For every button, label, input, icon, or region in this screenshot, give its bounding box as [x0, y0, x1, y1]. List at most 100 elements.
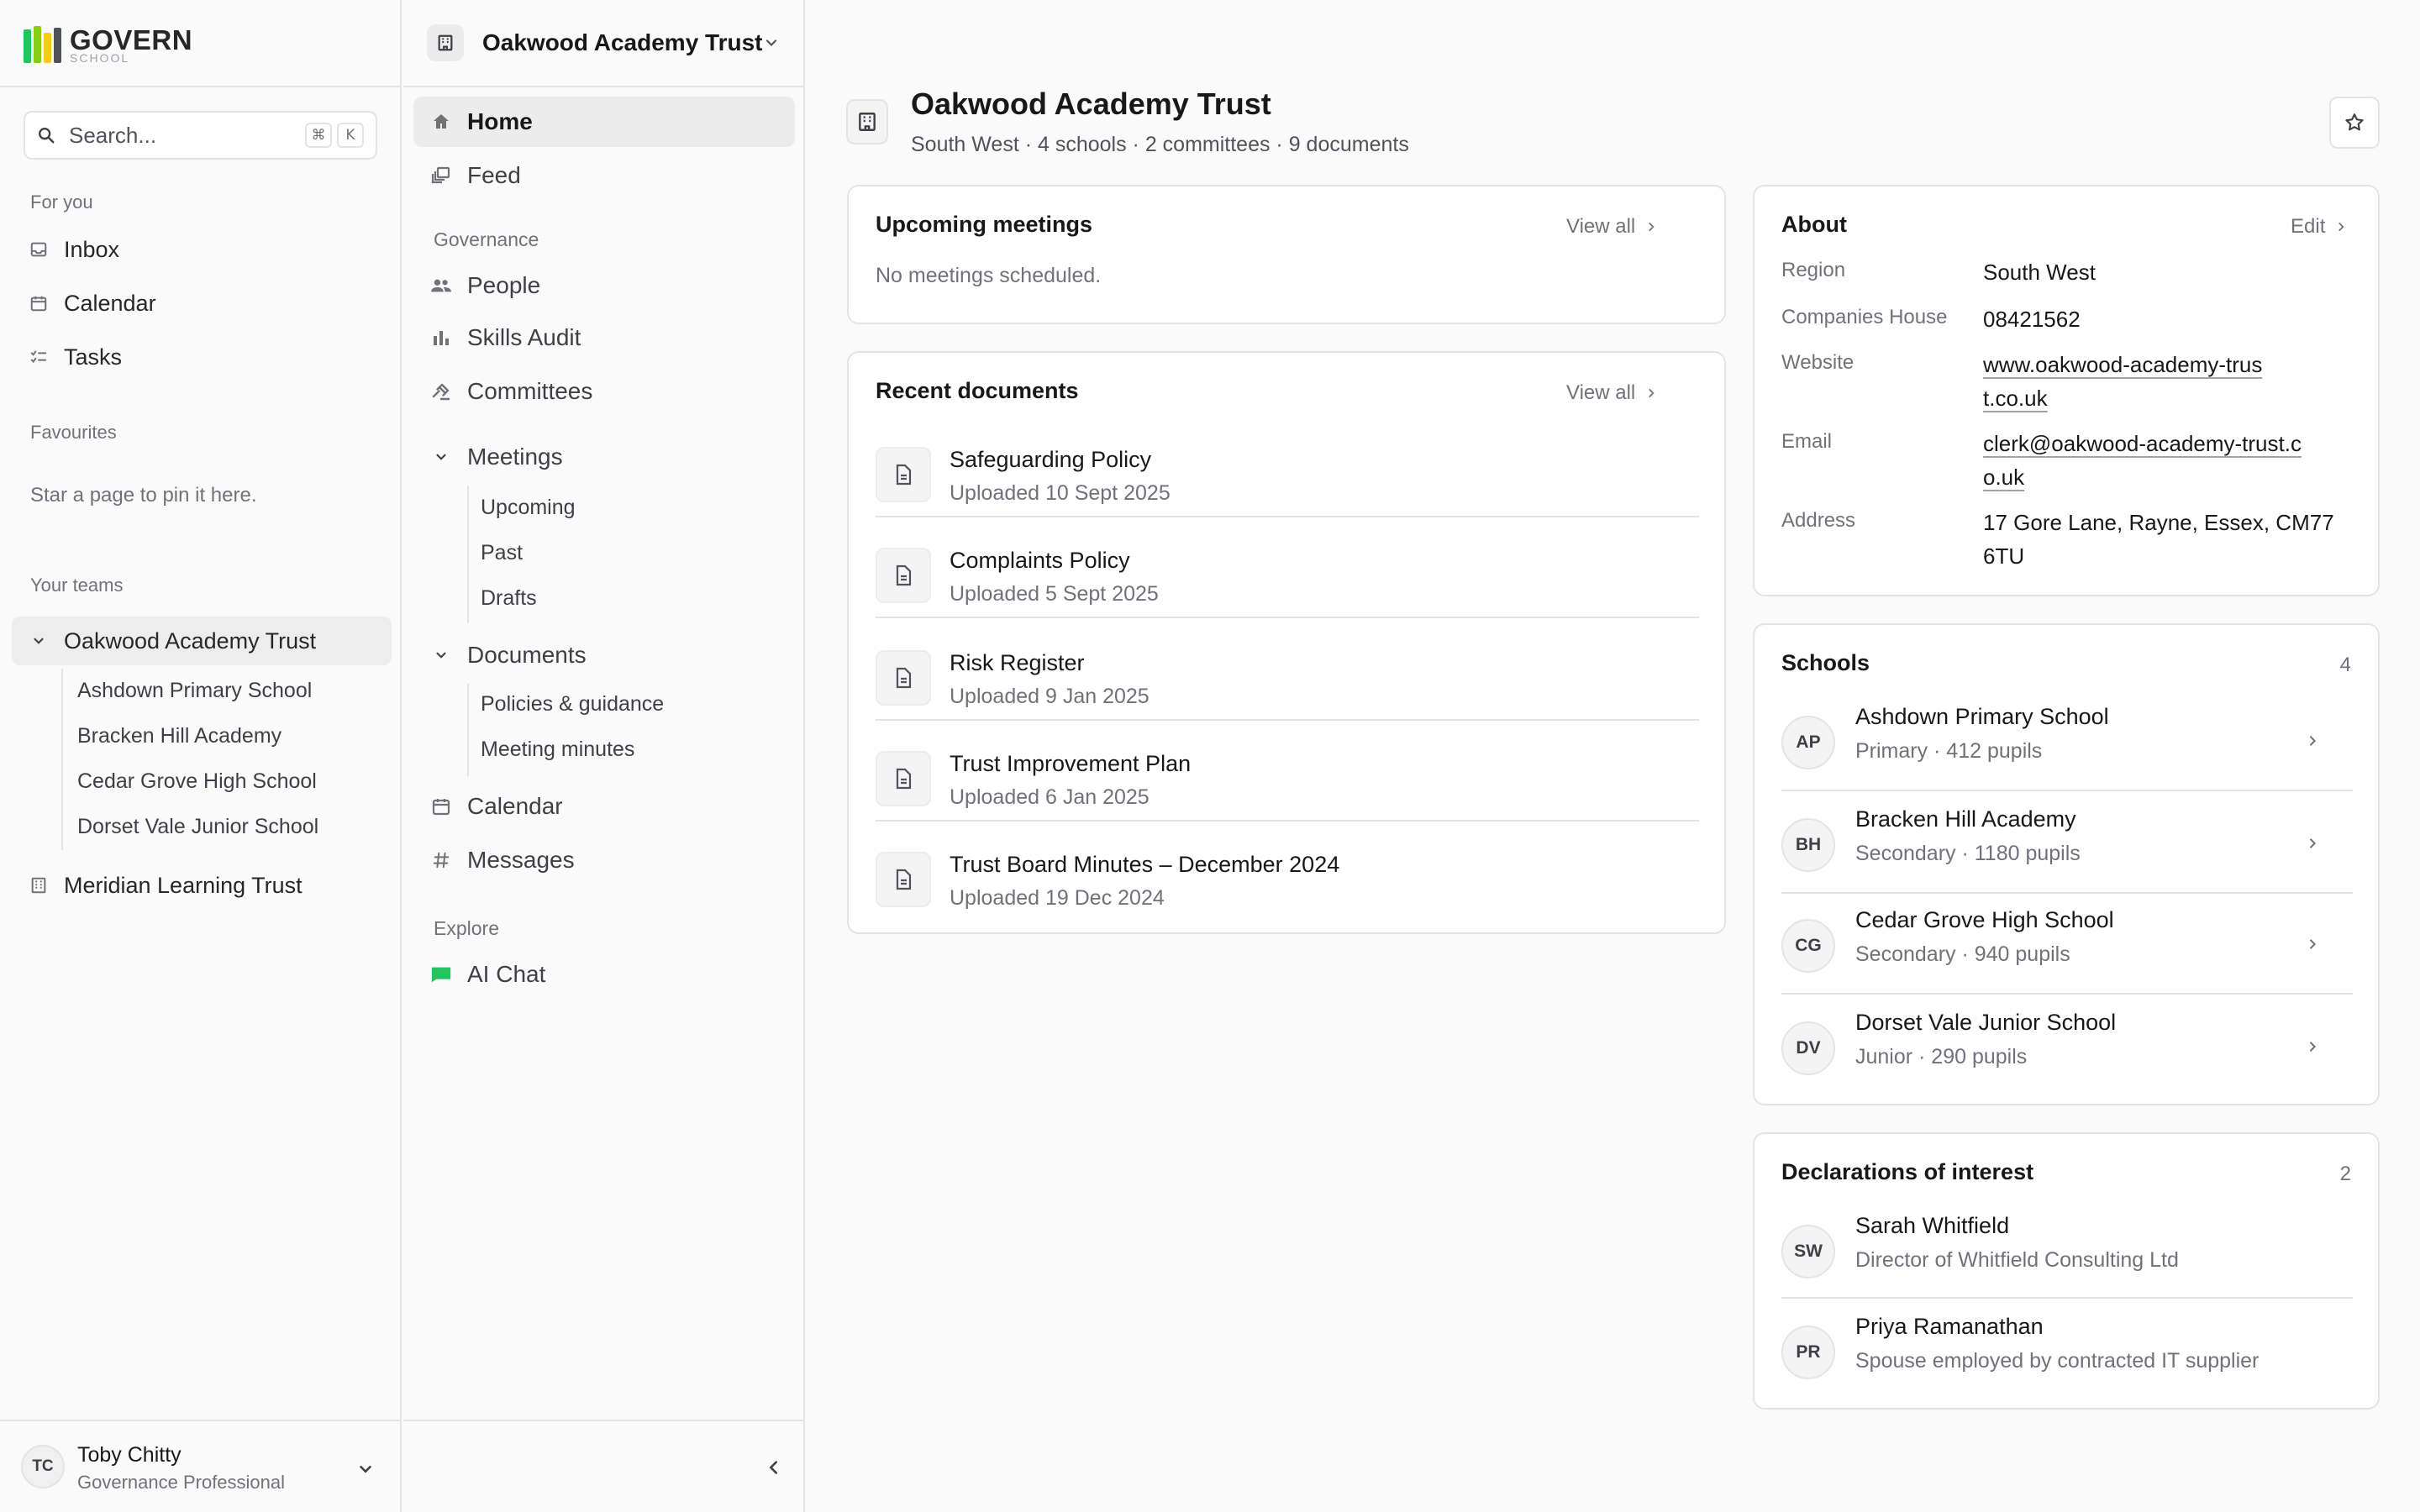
- nav-feed[interactable]: Feed: [413, 150, 795, 201]
- nav-ai-chat[interactable]: AI Chat: [413, 949, 795, 1000]
- card-title: Upcoming meetings: [876, 212, 1093, 237]
- schools-card: Schools 4 AP Ashdown Primary School Prim…: [1753, 623, 2380, 1105]
- teams-heading: Your teams: [30, 575, 124, 596]
- nav-documents-policies[interactable]: Policies & guidance: [481, 692, 664, 717]
- person-name: Sarah Whitfield: [1855, 1213, 2010, 1238]
- declaration-row[interactable]: SW Sarah Whitfield Director of Whitfield…: [1781, 1198, 2353, 1299]
- building-icon: [29, 875, 49, 895]
- divider: [403, 86, 805, 87]
- home-icon: [430, 111, 452, 133]
- document-row[interactable]: Trust Board Minutes – December 2024 Uplo…: [876, 840, 1699, 941]
- team-oakwood-academy-trust[interactable]: Oakwood Academy Trust: [12, 617, 392, 665]
- chevron-down-icon[interactable]: [430, 644, 452, 666]
- document-row[interactable]: Complaints Policy Uploaded 5 Sept 2025: [876, 536, 1699, 637]
- nav-meetings[interactable]: Meetings: [413, 432, 795, 482]
- declaration-row[interactable]: PR Priya Ramanathan Spouse employed by c…: [1781, 1299, 2353, 1399]
- link-label: View all: [1566, 381, 1636, 404]
- declaration-text: Director of Whitfield Consulting Ltd: [1855, 1248, 2179, 1272]
- nav-label: Meetings: [467, 444, 563, 470]
- for-you-heading: For you: [30, 192, 93, 213]
- search-placeholder: Search...: [69, 122, 157, 148]
- document-row[interactable]: Risk Register Uploaded 9 Jan 2025: [876, 638, 1699, 739]
- favourite-button[interactable]: [2329, 97, 2380, 149]
- document-meta: Uploaded 5 Sept 2025: [950, 582, 1159, 606]
- nav-committees[interactable]: Committees: [413, 366, 795, 417]
- shortcut-cmd-key: ⌘: [305, 123, 332, 148]
- team-child-bracken[interactable]: Bracken Hill Academy: [77, 724, 281, 748]
- team-child-dorset[interactable]: Dorset Vale Junior School: [77, 815, 318, 839]
- nav-calendar[interactable]: Calendar: [413, 781, 795, 832]
- email-link[interactable]: clerk@oakwood-academy-trust.co.uk: [1983, 427, 2302, 494]
- team-meridian-learning-trust[interactable]: Meridian Learning Trust: [12, 861, 392, 910]
- recent-documents-card: Recent documents View all Safeguarding P…: [847, 351, 1726, 934]
- document-meta: Uploaded 6 Jan 2025: [950, 785, 1150, 809]
- sidebar-item-calendar[interactable]: Calendar: [12, 279, 392, 328]
- companies-house-label: Companies House: [1781, 306, 1948, 328]
- app-logo[interactable]: GOVERN SCHOOL: [24, 24, 192, 66]
- nav-documents[interactable]: Documents: [413, 630, 795, 680]
- avatar: TC: [21, 1445, 65, 1488]
- nav-messages[interactable]: Messages: [413, 835, 795, 885]
- school-row[interactable]: DV Dorset Vale Junior School Junior · 29…: [1781, 995, 2353, 1095]
- user-menu[interactable]: TC Toby Chitty Governance Professional: [0, 1420, 402, 1512]
- sidebar-item-inbox[interactable]: Inbox: [12, 225, 392, 274]
- org-switcher[interactable]: Oakwood Academy Trust: [427, 24, 780, 62]
- search-input[interactable]: Search... ⌘ K: [24, 111, 377, 160]
- nav-label: Committees: [467, 378, 593, 404]
- chevron-down-icon[interactable]: [430, 446, 452, 468]
- chevron-down-icon[interactable]: [356, 1460, 375, 1478]
- document-row[interactable]: Trust Improvement Plan Uploaded 6 Jan 20…: [876, 739, 1699, 840]
- chevron-down-icon[interactable]: [29, 631, 49, 651]
- collapse-sidebar-button[interactable]: [403, 1420, 805, 1512]
- page-title: Oakwood Academy Trust: [911, 87, 1271, 121]
- school-avatar: AP: [1781, 716, 1835, 769]
- tasks-icon: [29, 347, 49, 367]
- shortcut-k-key: K: [337, 123, 364, 148]
- school-row[interactable]: BH Bracken Hill Academy Secondary · 1180…: [1781, 791, 2353, 892]
- chevron-down-icon[interactable]: [763, 34, 780, 51]
- team-child-cedar[interactable]: Cedar Grove High School: [77, 769, 317, 794]
- website-link[interactable]: www.oakwood-academy-trust.co.uk: [1983, 348, 2269, 415]
- document-icon: [876, 650, 931, 706]
- school-row[interactable]: AP Ashdown Primary School Primary · 412 …: [1781, 689, 2353, 790]
- chevron-right-icon: [2310, 838, 2317, 848]
- school-row[interactable]: CG Cedar Grove High School Secondary · 9…: [1781, 892, 2353, 993]
- nav-meetings-drafts[interactable]: Drafts: [481, 586, 537, 611]
- nav-meetings-past[interactable]: Past: [481, 541, 523, 565]
- team-label: Oakwood Academy Trust: [64, 627, 317, 654]
- favourites-heading: Favourites: [30, 422, 117, 443]
- nav-meetings-upcoming[interactable]: Upcoming: [481, 496, 576, 520]
- about-card: About Edit Region South West Companies H…: [1753, 185, 2380, 596]
- school-name: Cedar Grove High School: [1855, 907, 2114, 932]
- declarations-count: 2: [2339, 1163, 2351, 1185]
- link-label: Edit: [2291, 215, 2326, 238]
- address-value: 17 Gore Lane, Rayne, Essex, CM77 6TU: [1983, 510, 2334, 569]
- sidebar-item-label: Tasks: [64, 344, 123, 370]
- star-icon: [2345, 113, 2364, 131]
- chevron-right-icon: [1649, 223, 1655, 231]
- nav-label: People: [467, 272, 541, 298]
- org-navigation: Oakwood Academy Trust Home Feed Governan…: [403, 0, 805, 1512]
- chevron-left-icon[interactable]: [765, 1458, 783, 1477]
- chevron-right-icon: [2310, 736, 2317, 746]
- school-meta: Junior · 290 pupils: [1855, 1045, 2028, 1068]
- divider: [876, 820, 1699, 822]
- nav-skills-audit[interactable]: Skills Audit: [413, 312, 795, 363]
- school-meta: Primary · 412 pupils: [1855, 739, 2043, 763]
- team-child-ashdown[interactable]: Ashdown Primary School: [77, 679, 312, 703]
- card-title: Schools: [1781, 650, 1870, 675]
- feed-icon: [430, 165, 452, 186]
- view-all-documents-link[interactable]: View all: [1566, 381, 1657, 405]
- nav-documents-minutes[interactable]: Meeting minutes: [481, 738, 634, 762]
- school-meta: Secondary · 940 pupils: [1855, 942, 2070, 966]
- nav-home[interactable]: Home: [413, 97, 795, 147]
- document-row[interactable]: Safeguarding Policy Uploaded 10 Sept 202…: [876, 435, 1699, 536]
- edit-about-link[interactable]: Edit: [2291, 215, 2347, 239]
- nav-label: Messages: [467, 847, 575, 873]
- document-icon: [876, 447, 931, 502]
- declaration-text: Spouse employed by contracted IT supplie…: [1855, 1349, 2260, 1373]
- sidebar-item-tasks[interactable]: Tasks: [12, 333, 392, 381]
- page-subtitle: South West · 4 schools · 2 committees · …: [911, 133, 1409, 156]
- nav-people[interactable]: People: [413, 260, 795, 311]
- view-all-meetings-link[interactable]: View all: [1566, 215, 1657, 239]
